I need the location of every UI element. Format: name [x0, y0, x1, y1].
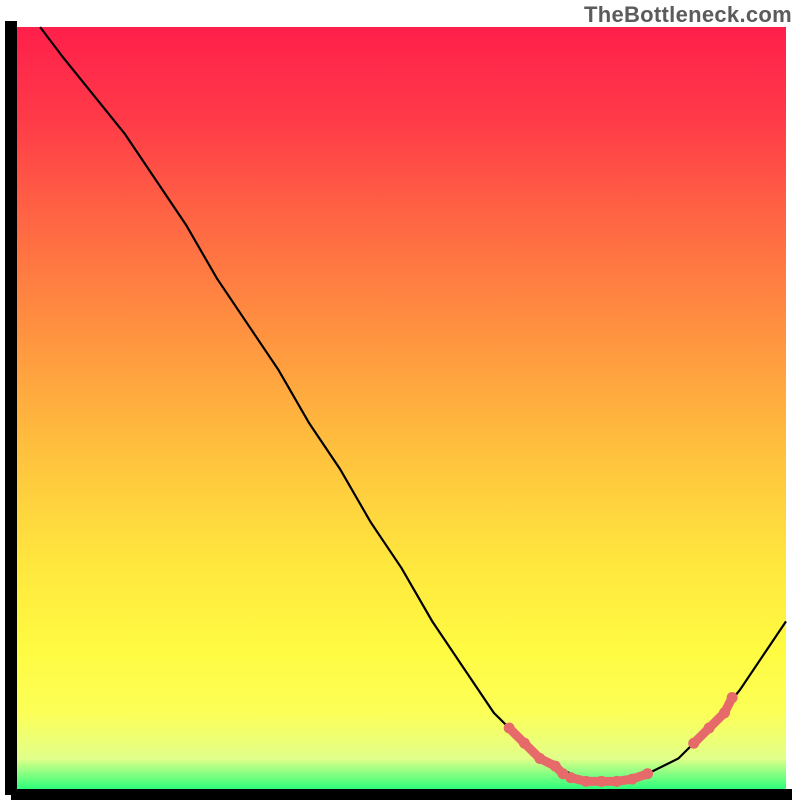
highlight-dot [688, 738, 699, 749]
highlight-dot [704, 723, 715, 734]
highlight-dot [627, 774, 638, 785]
highlight-dot [719, 707, 730, 718]
highlight-dot [519, 738, 530, 749]
highlight-dot [642, 768, 653, 779]
highlight-dot [611, 776, 622, 787]
chart-frame: TheBottleneck.com [0, 0, 800, 800]
highlight-dot [727, 692, 738, 703]
watermark-text: TheBottleneck.com [584, 2, 792, 28]
chart-svg [0, 0, 800, 800]
gradient-background [17, 27, 786, 789]
highlight-dot [581, 776, 592, 787]
highlight-dot [596, 776, 607, 787]
highlight-dot [504, 723, 515, 734]
highlight-dot [565, 772, 576, 783]
highlight-dot [534, 753, 545, 764]
